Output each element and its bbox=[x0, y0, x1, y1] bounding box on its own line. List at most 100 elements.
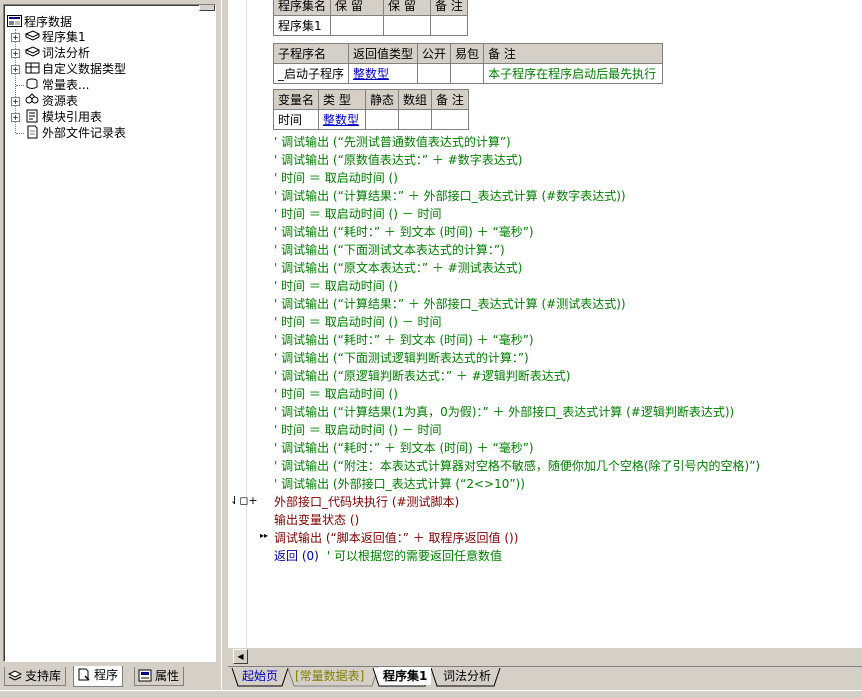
tree-root-label: 程序数据 bbox=[24, 15, 73, 29]
remark-cell[interactable]: 本子程序在程序启动后最先执行 bbox=[483, 63, 664, 84]
table-cell[interactable] bbox=[417, 63, 452, 84]
code-line[interactable]: 返回 (0) ' 可以根据您的需要返回任意数值 bbox=[274, 547, 502, 565]
subroutine-table: 子程序名 返回值类型 公开 易包 备 注 _启动子程序 整数型 本子程序在程序启… bbox=[272, 43, 664, 84]
comment-line[interactable]: ' 调试输出 (“计算结果(1为真，0为假)：” ＋ 外部接口_表达式计算 (#… bbox=[274, 403, 734, 421]
variable-table: 变量名 类 型 静态 数组 备 注 时间 整数型 bbox=[272, 89, 469, 130]
comment-line[interactable]: ' 调试输出 (“耗时：” ＋ 到文本 (时间) ＋ “毫秒”) bbox=[274, 439, 534, 457]
tab-label: 支持库 bbox=[25, 669, 62, 683]
expand-icon[interactable]: + bbox=[11, 113, 20, 122]
comment-line[interactable]: ' 时间 ＝ 取启动时间 () bbox=[274, 277, 398, 295]
code-text: 返回 (0) bbox=[274, 549, 319, 563]
program-data-icon bbox=[7, 15, 22, 27]
constant-icon bbox=[26, 78, 38, 89]
subroutine-name-cell[interactable]: _启动子程序 bbox=[272, 63, 350, 84]
tab-assembly1[interactable]: 程序集1 bbox=[379, 667, 432, 685]
assembly-name-cell[interactable]: 程序集1 bbox=[272, 15, 332, 36]
code-text: ' 调试输出 (“耗时：” ＋ 到文本 (时间) ＋ “毫秒”) bbox=[274, 441, 534, 455]
tree-item-datatypes[interactable]: 自定义数据类型 bbox=[25, 61, 126, 77]
comment-line[interactable]: ' 时间 ＝ 取启动时间 () bbox=[274, 169, 398, 187]
tree-item-module-refs[interactable]: 模块引用表 bbox=[25, 109, 102, 125]
comment-line[interactable]: ' 调试输出 (“原逻辑判断表达式：” ＋ #逻辑判断表达式) bbox=[274, 367, 570, 385]
expand-icon[interactable]: + bbox=[11, 97, 20, 106]
library-icon bbox=[8, 670, 22, 681]
header-cell: 备 注 bbox=[483, 43, 664, 64]
comment-line[interactable]: ' 时间 ＝ 取启动时间 () － 时间 bbox=[274, 313, 442, 331]
pane-splitter[interactable] bbox=[221, 0, 228, 697]
tree-item-assembly1[interactable]: 程序集1 bbox=[25, 29, 86, 45]
tree-root[interactable]: 程序数据 bbox=[7, 14, 72, 30]
tab-properties[interactable]: 属性 bbox=[134, 667, 185, 686]
tree-scroll-up[interactable] bbox=[199, 5, 215, 11]
tab-start-page[interactable]: 起始页 bbox=[238, 667, 282, 685]
comment-line[interactable]: ' 调试输出 (“耗时：” ＋ 到文本 (时间) ＋ “毫秒”) bbox=[274, 331, 534, 349]
expand-icon[interactable]: + bbox=[11, 65, 20, 74]
datatype-icon bbox=[25, 62, 40, 74]
header-cell: 保 留 bbox=[330, 0, 385, 16]
tree-item-external-files[interactable]: 外部文件记录表 bbox=[25, 125, 126, 141]
table-cell[interactable] bbox=[383, 15, 432, 36]
comment-line[interactable]: ' 调试输出 (“下面测试文本表达式的计算：”) bbox=[274, 241, 505, 259]
expand-icon[interactable]: + bbox=[11, 49, 20, 58]
breakpoint-marker-icon[interactable]: ⇃◻+ bbox=[230, 494, 258, 507]
code-text: ' 调试输出 (“耗时：” ＋ 到文本 (时间) ＋ “毫秒”) bbox=[274, 333, 534, 347]
return-type-cell[interactable]: 整数型 bbox=[348, 63, 419, 84]
tree-item-label: 程序集1 bbox=[42, 30, 86, 44]
comment-line[interactable]: ' 时间 ＝ 取启动时间 () bbox=[274, 385, 398, 403]
module-icon bbox=[25, 46, 40, 57]
code-text: ' 调试输出 (“计算结果：” ＋ 外部接口_表达式计算 (#数字表达式)) bbox=[274, 189, 626, 203]
table-cell[interactable] bbox=[365, 109, 400, 130]
code-text: ' 调试输出 (“原数值表达式：” ＋ #数字表达式) bbox=[274, 153, 523, 167]
comment-line[interactable]: ' 调试输出 (“附注：本表达式计算器对空格不敏感，随便你加几个空格(除了引号内… bbox=[274, 457, 760, 475]
variable-type-link[interactable]: 整数型 bbox=[323, 113, 359, 127]
code-line[interactable]: 输出变量状态 () bbox=[274, 511, 359, 529]
tab-program[interactable]: 程序 bbox=[73, 666, 124, 687]
current-line-arrow-icon: ▸▸ bbox=[260, 531, 269, 540]
horizontal-scrollbar[interactable]: ◀ bbox=[228, 648, 862, 664]
comment-line[interactable]: ' 调试输出 (“先测试普通数值表达式的计算”) bbox=[274, 133, 511, 151]
table-cell[interactable] bbox=[431, 109, 469, 130]
comment-line[interactable]: ' 调试输出 (外部接口_表达式计算 (“2<>10”)) bbox=[274, 475, 525, 493]
table-cell[interactable] bbox=[430, 15, 468, 36]
tree-item-resources[interactable]: 资源表 bbox=[25, 93, 78, 109]
table-cell[interactable] bbox=[398, 109, 433, 130]
code-text: ' 调试输出 (“原逻辑判断表达式：” ＋ #逻辑判断表达式) bbox=[274, 369, 571, 383]
comment-line[interactable]: ' 调试输出 (“耗时：” ＋ 到文本 (时间) ＋ “毫秒”) bbox=[274, 223, 534, 241]
table-cell[interactable] bbox=[330, 15, 385, 36]
code-text: ' 调试输出 (“下面测试文本表达式的计算：”) bbox=[274, 243, 505, 257]
code-text: 外部接口_代码块执行 (#测试脚本) bbox=[274, 495, 460, 509]
tab-constant-table[interactable]: [常量数据表] bbox=[291, 667, 368, 685]
comment-line[interactable]: ' 调试输出 (“原文本表达式：” ＋ #测试表达式) bbox=[274, 259, 522, 277]
code-text: ' 调试输出 (“下面测试逻辑判断表达式的计算：”) bbox=[274, 351, 529, 365]
code-editor[interactable]: 程序集名 保 留 保 留 备 注 程序集1 子程序名 返回值类型 公开 易包 备… bbox=[228, 0, 862, 648]
editor-gutter bbox=[228, 0, 247, 648]
code-text: 调试输出 (“脚本返回值：” ＋ 取程序返回值 ()) bbox=[274, 531, 519, 545]
comment-line[interactable]: ' 调试输出 (“计算结果：” ＋ 外部接口_表达式计算 (#测试表达式)) bbox=[274, 295, 626, 313]
tab-support-library[interactable]: 支持库 bbox=[4, 667, 67, 686]
document-tabs: 起始页 [常量数据表] 程序集1 词法分析 bbox=[228, 666, 862, 689]
table-cell[interactable] bbox=[450, 63, 485, 84]
module-icon bbox=[25, 30, 40, 41]
return-comment: ' 可以根据您的需要返回任意数值 bbox=[326, 549, 502, 563]
comment-line[interactable]: ' 调试输出 (“原数值表达式：” ＋ #数字表达式) bbox=[274, 151, 522, 169]
resource-icon bbox=[25, 93, 39, 104]
code-line[interactable]: 调试输出 (“脚本返回值：” ＋ 取程序返回值 ()) bbox=[274, 529, 518, 547]
code-text: ' 时间 ＝ 取启动时间 () bbox=[274, 387, 398, 401]
code-text: ' 调试输出 (“计算结果：” ＋ 外部接口_表达式计算 (#测试表达式)) bbox=[274, 297, 626, 311]
variable-name-cell[interactable]: 时间 bbox=[272, 109, 320, 130]
header-cell: 类 型 bbox=[318, 89, 367, 110]
comment-line[interactable]: ' 时间 ＝ 取启动时间 () － 时间 bbox=[274, 205, 442, 223]
comment-line[interactable]: ' 时间 ＝ 取启动时间 () － 时间 bbox=[274, 421, 442, 439]
tree-item-lexer[interactable]: 词法分析 bbox=[25, 45, 90, 61]
expand-icon[interactable]: + bbox=[11, 33, 20, 42]
code-line[interactable]: 外部接口_代码块执行 (#测试脚本) bbox=[274, 493, 459, 511]
comment-line[interactable]: ' 调试输出 (“计算结果：” ＋ 外部接口_表达式计算 (#数字表达式)) bbox=[274, 187, 626, 205]
tree-item-constants[interactable]: 常量表... bbox=[25, 77, 89, 93]
code-text: ' 调试输出 (“计算结果(1为真，0为假)：” ＋ 外部接口_表达式计算 (#… bbox=[274, 405, 735, 419]
variable-type-cell[interactable]: 整数型 bbox=[318, 109, 367, 130]
scroll-left-arrow-icon[interactable]: ◀ bbox=[233, 649, 248, 664]
comment-line[interactable]: ' 调试输出 (“下面测试逻辑判断表达式的计算：”) bbox=[274, 349, 529, 367]
return-type-link[interactable]: 整数型 bbox=[353, 67, 389, 81]
program-tree[interactable]: 程序数据 + 程序集1 + 词法分析 + 自定义数据类型 常量表... + 资源… bbox=[3, 4, 216, 662]
tab-lexer[interactable]: 词法分析 bbox=[439, 667, 495, 685]
code-text: ' 时间 ＝ 取启动时间 () bbox=[274, 171, 398, 185]
